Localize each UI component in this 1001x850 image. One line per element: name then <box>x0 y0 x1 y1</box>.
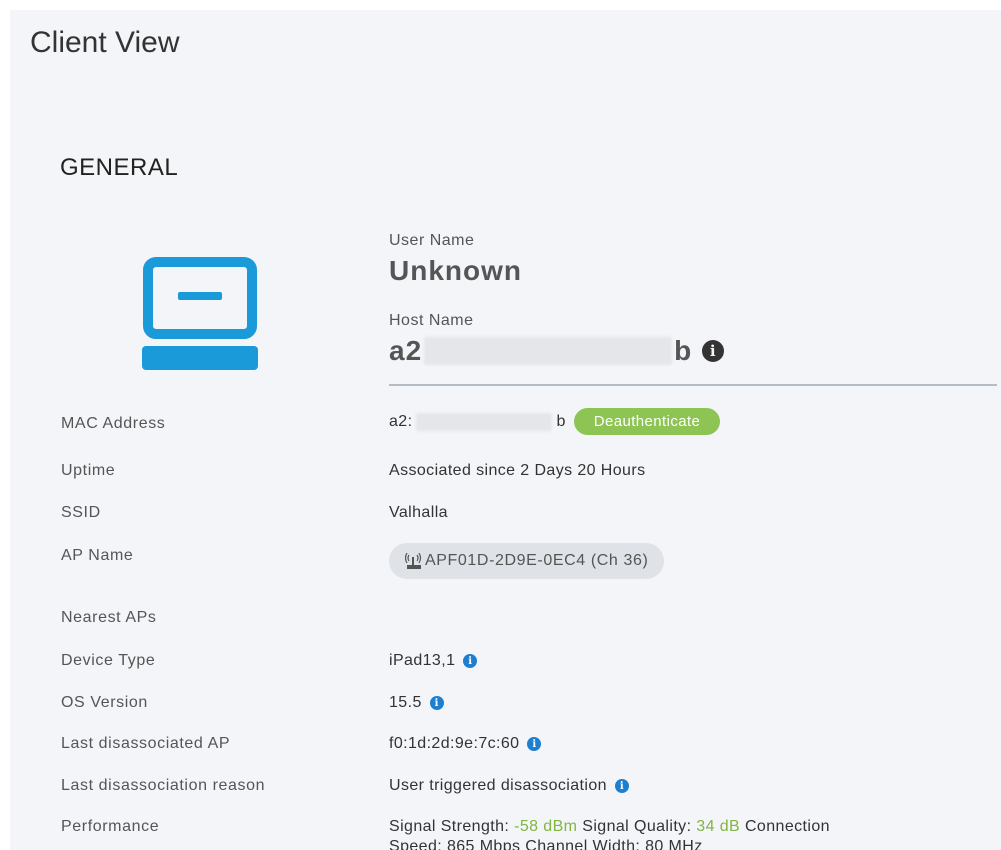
signal-quality-value: 34 dB <box>696 818 741 835</box>
redacted-mac <box>416 412 553 431</box>
ssid-value: Valhalla <box>389 504 448 521</box>
mac-address-value: a2: b Deauthenticate <box>389 408 721 435</box>
last-disassociated-ap-text: f0:1d:2d:9e:7c:60 <box>389 735 520 752</box>
user-name-value: Unknown <box>389 255 522 286</box>
host-name-prefix: a2 <box>389 335 423 366</box>
ap-name-chip[interactable]: APF01D-2D9E-0EC4 (Ch 36) <box>389 543 665 579</box>
section-title-general: GENERAL <box>60 154 179 181</box>
performance-line-1: Signal Strength: -58 dBm Signal Quality:… <box>389 818 830 836</box>
os-version-text: 15.5 <box>389 694 422 711</box>
last-disassociation-reason-value: User triggered disassociation i <box>389 777 629 795</box>
info-icon[interactable]: i <box>527 737 542 751</box>
last-disassociated-ap-value: f0:1d:2d:9e:7c:60 i <box>389 735 542 753</box>
last-disassociation-reason-text: User triggered disassociation <box>389 777 607 794</box>
device-type-label: Device Type <box>61 652 156 669</box>
host-name-label: Host Name <box>389 312 474 329</box>
ap-name-text: APF01D-2D9E-0EC4 (Ch 36) <box>425 552 649 569</box>
ssid-label: SSID <box>61 504 101 521</box>
host-name-suffix: b <box>674 335 693 366</box>
uptime-value: Associated since 2 Days 20 Hours <box>389 462 646 479</box>
info-icon[interactable]: i <box>614 779 629 793</box>
last-disassociated-ap-label: Last disassociated AP <box>61 735 231 752</box>
client-view-panel: Client View GENERAL User Name Unknown Ho… <box>10 10 1001 850</box>
performance-line-2: Speed: 865 Mbps Channel Width: 80 MHz <box>389 838 703 850</box>
ap-name-value: APF01D-2D9E-0EC4 (Ch 36) <box>389 543 665 579</box>
info-icon[interactable]: i <box>702 340 725 362</box>
last-disassociation-reason-label: Last disassociation reason <box>61 777 266 794</box>
page-title: Client View <box>30 26 180 59</box>
mac-address-label: MAC Address <box>61 415 166 432</box>
signal-strength-label: Signal Strength: <box>389 818 510 835</box>
identity-divider <box>389 384 997 386</box>
mac-prefix: a2: <box>389 412 413 430</box>
os-version-value: 15.5 i <box>389 694 444 712</box>
os-version-label: OS Version <box>61 694 148 711</box>
connection-label: Connection <box>744 818 830 835</box>
performance-label: Performance <box>61 818 160 835</box>
redacted-host-name <box>424 337 673 365</box>
info-icon[interactable]: i <box>429 696 444 710</box>
info-icon[interactable]: i <box>463 654 478 668</box>
host-name-value: a2 b i <box>389 335 725 367</box>
nearest-aps-label: Nearest APs <box>61 609 157 626</box>
ap-name-label: AP Name <box>61 547 134 564</box>
signal-strength-value: -58 dBm <box>514 818 578 835</box>
user-name-label: User Name <box>389 232 475 249</box>
access-point-icon <box>405 553 422 569</box>
performance-value: Signal Strength: -58 dBm Signal Quality:… <box>389 818 830 850</box>
device-type-text: iPad13,1 <box>389 652 456 669</box>
uptime-label: Uptime <box>61 462 116 479</box>
laptop-icon <box>142 257 258 370</box>
deauthenticate-button[interactable]: Deauthenticate <box>573 408 721 435</box>
device-type-value: iPad13,1 i <box>389 652 478 670</box>
mac-suffix: b <box>556 412 566 430</box>
signal-quality-label: Signal Quality: <box>582 818 692 835</box>
